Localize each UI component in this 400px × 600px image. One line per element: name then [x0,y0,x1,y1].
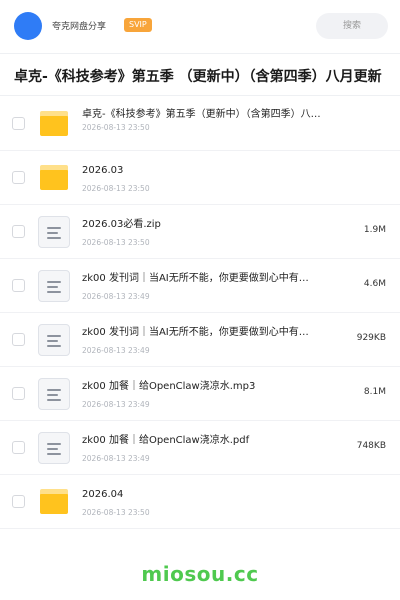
folder-row[interactable]: 2026.03 2026-08-13 23:50 [0,151,400,205]
file-name: 2026.04 [82,489,124,500]
svip-badge: SVIP [124,18,152,32]
file-name: zk00 发刊词｜当AI无所不能，你更要做到心中有… [82,327,309,338]
folder-row[interactable]: 2026.04 2026-08-13 23:50 [0,475,400,529]
file-date: 2026-08-13 23:50 [82,123,150,132]
file-name: zk00 加餐｜给OpenClaw浇凉水.pdf [82,435,250,446]
folder-icon [38,108,70,140]
row-checkbox[interactable] [12,171,25,184]
file-name: 2026.03必看.zip [82,219,161,230]
row-checkbox[interactable] [12,441,25,454]
file-row[interactable]: zk00 发刊词｜当AI无所不能，你更要做到心中有… 2026-08-13 23:… [0,259,400,313]
document-icon [38,432,70,464]
file-date: 2026-08-13 23:50 [82,184,150,193]
folder-icon [38,162,70,194]
row-checkbox[interactable] [12,495,25,508]
row-checkbox[interactable] [12,225,25,238]
file-name: zk00 加餐｜给OpenClaw浇凉水.mp3 [82,381,256,392]
document-icon [38,324,70,356]
title-bar: 卓克-《科技参考》第五季 （更新中）（含第四季）八月更新 [0,53,400,96]
file-name: zk00 发刊词｜当AI无所不能，你更要做到心中有… [82,273,309,284]
file-date: 2026-08-13 23:49 [82,346,150,355]
row-checkbox[interactable] [12,117,25,130]
file-row[interactable]: 2026.03必看.zip 2026-08-13 23:50 1.9M [0,205,400,259]
file-size: 929KB [356,333,386,343]
file-date: 2026-08-13 23:49 [82,400,150,409]
file-date: 2026-08-13 23:50 [82,508,150,517]
document-icon [38,270,70,302]
file-date: 2026-08-13 23:49 [82,292,150,301]
file-name: 2026.03 [82,165,124,176]
folder-icon [38,486,70,518]
file-size: 748KB [356,441,386,451]
document-icon [38,378,70,410]
file-row[interactable]: zk00 发刊词｜当AI无所不能，你更要做到心中有… 2026-08-13 23:… [0,313,400,367]
brand-watermark: miosou.cc [141,562,259,586]
avatar[interactable] [14,12,42,40]
search-button[interactable]: 搜索 [316,13,388,39]
document-icon [38,216,70,248]
row-checkbox[interactable] [12,279,25,292]
page-title: 卓克-《科技参考》第五季 （更新中）（含第四季）八月更新 [14,69,382,85]
folder-row[interactable]: 卓克-《科技参考》第五季（更新中）（含第四季）八… 2026-08-13 23:5… [0,97,400,151]
file-date: 2026-08-13 23:49 [82,454,150,463]
file-row[interactable]: zk00 加餐｜给OpenClaw浇凉水.pdf 2026-08-13 23:49… [0,421,400,475]
header: 夸克网盘分享 SVIP 搜索 [0,0,400,52]
file-row[interactable]: zk00 加餐｜给OpenClaw浇凉水.mp3 2026-08-13 23:49… [0,367,400,421]
row-checkbox[interactable] [12,387,25,400]
file-size: 4.6M [363,279,386,289]
file-size: 1.9M [363,225,386,235]
row-checkbox[interactable] [12,333,25,346]
file-date: 2026-08-13 23:50 [82,238,150,247]
file-size: 8.1M [363,387,386,397]
share-name: 夸克网盘分享 [52,22,107,32]
file-list: 卓克-《科技参考》第五季（更新中）（含第四季）八… 2026-08-13 23:5… [0,97,400,529]
